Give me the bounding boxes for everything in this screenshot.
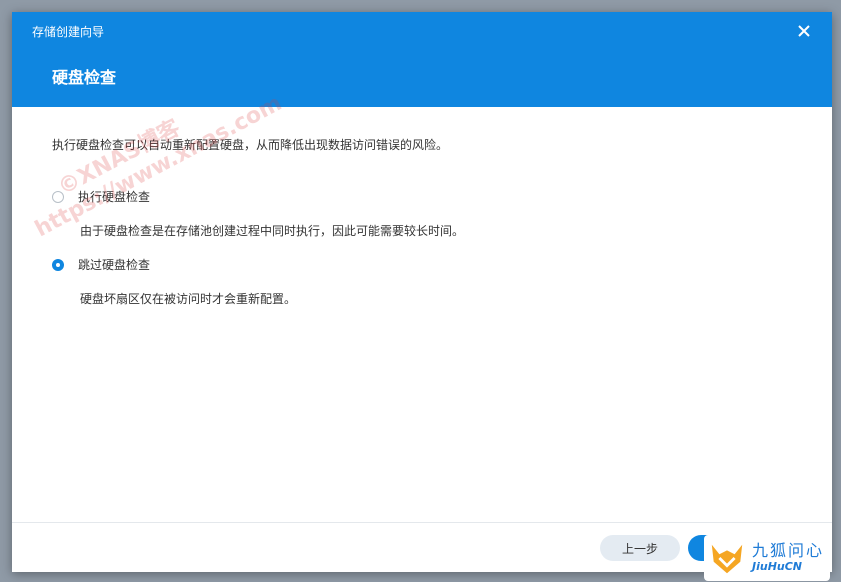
badge-text: 九狐问心 JiuHuCN [752, 542, 824, 574]
watermark-line-2: https://www.xnas.com [31, 90, 287, 243]
page-title: 硬盘检查 [52, 68, 117, 87]
radio-button[interactable] [52, 190, 64, 203]
fox-logo-icon [711, 544, 743, 574]
dialog-content: 执行硬盘检查可以自动重新配置硬盘，从而降低出现数据访问错误的风险。 执行硬盘检查… [52, 136, 812, 306]
wizard-dialog: 存储创建向导 硬盘检查 执行硬盘检查可以自动重新配置硬盘，从而降低出现数据访问错… [12, 12, 832, 572]
window-title: 存储创建向导 [32, 25, 105, 39]
radio-button-checked[interactable] [52, 258, 64, 271]
close-icon[interactable] [796, 23, 812, 39]
dialog-header: 存储创建向导 硬盘检查 [12, 12, 832, 107]
site-badge: 九狐问心 JiuHuCN [704, 535, 830, 581]
intro-text: 执行硬盘检查可以自动重新配置硬盘，从而降低出现数据访问错误的风险。 [52, 138, 449, 152]
previous-button[interactable]: 上一步 [600, 535, 680, 561]
badge-cn: 九狐问心 [752, 541, 825, 560]
option-description: 由于硬盘检查是在存储池创建过程中同时执行，因此可能需要较长时间。 [80, 224, 465, 238]
option-run-disk-check[interactable]: 执行硬盘检查 [52, 188, 150, 205]
option-description: 硬盘坏扇区仅在被访问时才会重新配置。 [80, 292, 297, 306]
option-label: 跳过硬盘检查 [78, 258, 151, 272]
option-skip-disk-check[interactable]: 跳过硬盘检查 [52, 256, 150, 273]
badge-en: JiuHuCN [752, 560, 803, 573]
option-label: 执行硬盘检查 [78, 190, 151, 204]
